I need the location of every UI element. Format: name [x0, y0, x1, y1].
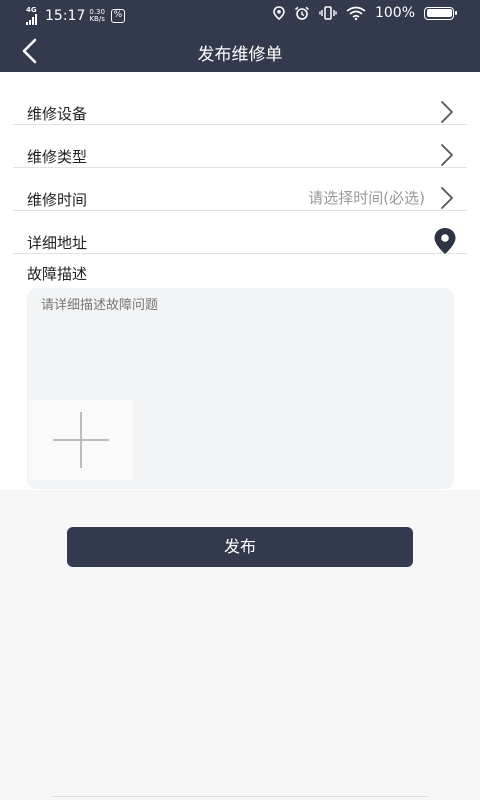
net-speed-unit: KB/s: [89, 14, 105, 23]
alarm-icon: [294, 6, 309, 20]
row-label: 维修时间: [27, 191, 88, 209]
net-speed: 0.30 KB/s: [89, 8, 105, 23]
description-label: 故障描述: [27, 265, 88, 283]
time-hint: 请选择时间(必选): [308, 189, 425, 207]
description-box: [27, 288, 454, 489]
battery-percent: 100%: [374, 5, 415, 21]
signal-icon: [26, 14, 37, 25]
plus-icon-vertical: [80, 412, 82, 468]
row-label: 维修设备: [27, 105, 88, 123]
vibrate-icon: [319, 6, 337, 20]
add-photo-button[interactable]: [29, 400, 133, 480]
page-title: 发布维修单: [197, 45, 283, 65]
location-status-icon: [273, 6, 285, 20]
status-bar: 4G 15:17 0.30 KB/s % 100%: [0, 0, 480, 30]
row-label: 详细地址: [27, 234, 88, 252]
description-input[interactable]: [41, 298, 441, 313]
location-pin-icon[interactable]: [433, 227, 457, 255]
repair-form: 维修设备 维修类型 维修时间 请选择时间(必选) 详细地址 故障描述: [0, 72, 480, 490]
wifi-icon: [346, 6, 366, 20]
chevron-right-icon: [441, 101, 453, 123]
row-label: 维修类型: [27, 148, 88, 166]
row-repair-time[interactable]: 维修时间 请选择时间(必选): [13, 168, 467, 211]
status-right: 100%: [273, 5, 457, 21]
row-equipment[interactable]: 维修设备: [13, 82, 467, 125]
chevron-right-icon: [441, 187, 453, 209]
bottom-divider: [52, 796, 428, 800]
app-header: 4G 15:17 0.30 KB/s % 100% 发布维修单: [0, 0, 480, 72]
battery-icon: [424, 6, 457, 20]
network-indicator: 4G: [26, 6, 37, 25]
network-type: 4G: [26, 6, 37, 14]
row-repair-type[interactable]: 维修类型: [13, 125, 467, 168]
notification-app-icon: %: [110, 8, 125, 23]
chevron-right-icon: [441, 144, 453, 166]
row-address[interactable]: 详细地址: [13, 211, 467, 254]
publish-button[interactable]: 发布: [67, 527, 413, 567]
status-left: 4G 15:17 0.30 KB/s %: [26, 6, 125, 25]
clock: 15:17: [45, 7, 86, 24]
